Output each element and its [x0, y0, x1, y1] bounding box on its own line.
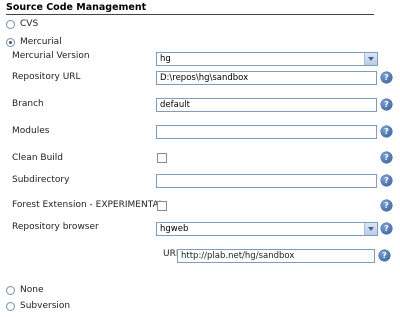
- help-icon[interactable]: ?: [381, 175, 392, 186]
- scm-option-mercurial[interactable]: Mercurial: [6, 37, 62, 47]
- help-icon[interactable]: ?: [381, 99, 392, 110]
- help-icon[interactable]: ?: [379, 250, 390, 261]
- none-label: None: [20, 285, 44, 295]
- chevron-down-icon[interactable]: [364, 223, 377, 235]
- subdirectory-input[interactable]: [156, 174, 377, 188]
- section-title: Source Code Management: [6, 2, 374, 15]
- browser-url-input[interactable]: http://plab.net/hg/sandbox: [177, 249, 375, 263]
- mercurial-version-label: Mercurial Version: [12, 51, 90, 61]
- mercurial-label: Mercurial: [20, 37, 62, 47]
- repository-url-input[interactable]: D:\repos\hg\sandbox: [156, 71, 377, 85]
- modules-input[interactable]: [156, 125, 377, 139]
- repository-browser-value: hgweb: [160, 224, 189, 234]
- mercurial-version-value: hg: [160, 54, 171, 64]
- scm-option-none[interactable]: None: [6, 285, 43, 295]
- repository-url-label: Repository URL: [12, 72, 81, 82]
- scm-option-subversion[interactable]: Subversion: [6, 301, 70, 311]
- help-icon[interactable]: ?: [381, 152, 392, 163]
- modules-label: Modules: [12, 126, 50, 136]
- forest-extension-checkbox[interactable]: [157, 201, 167, 211]
- cvs-radio[interactable]: [6, 19, 15, 29]
- branch-label: Branch: [12, 99, 44, 109]
- chevron-down-icon[interactable]: [364, 53, 377, 65]
- subversion-radio[interactable]: [6, 301, 15, 311]
- repository-browser-select[interactable]: hgweb: [156, 222, 378, 236]
- repository-browser-label: Repository browser: [12, 222, 99, 232]
- help-icon[interactable]: ?: [381, 200, 392, 211]
- scm-option-cvs[interactable]: CVS: [6, 19, 38, 29]
- forest-extension-label: Forest Extension - EXPERIMENTAL: [12, 200, 164, 210]
- none-radio[interactable]: [6, 285, 15, 295]
- branch-input[interactable]: default: [156, 98, 377, 112]
- subdirectory-label: Subdirectory: [12, 175, 70, 185]
- help-icon[interactable]: ?: [381, 72, 392, 83]
- mercurial-radio[interactable]: [6, 37, 15, 47]
- mercurial-version-select[interactable]: hg: [156, 52, 378, 66]
- cvs-label: CVS: [20, 19, 39, 29]
- clean-build-label: Clean Build: [12, 153, 63, 163]
- subversion-label: Subversion: [20, 301, 71, 311]
- help-icon[interactable]: ?: [381, 223, 392, 234]
- clean-build-checkbox[interactable]: [157, 153, 167, 163]
- help-icon[interactable]: ?: [381, 126, 392, 137]
